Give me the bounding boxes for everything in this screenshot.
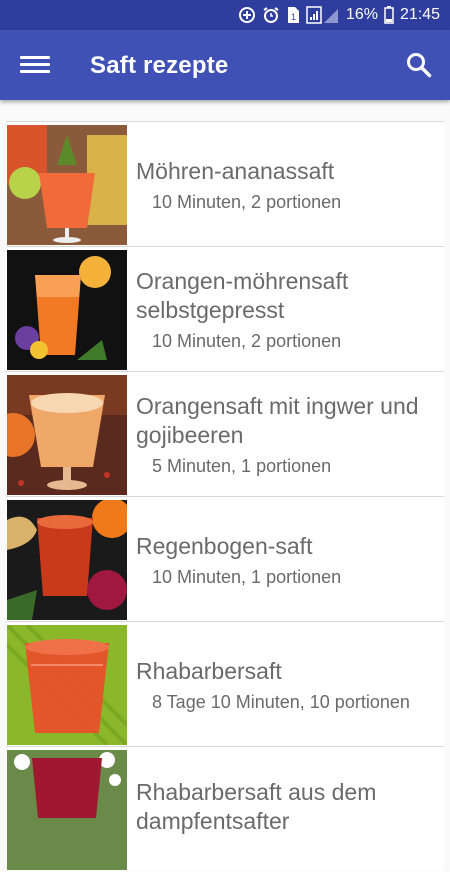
recipe-list: Möhren-ananassaft 10 Minuten, 2 portione…	[0, 121, 450, 871]
sim-icon: 1	[286, 6, 300, 24]
recipe-text: Rhabarbersaft 8 Tage 10 Minuten, 10 port…	[136, 622, 444, 747]
page-title: Saft rezepte	[90, 52, 229, 79]
battery-percent: 16%	[345, 6, 378, 23]
recipe-text: Orangensaft mit ingwer und gojibeeren 5 …	[136, 372, 444, 497]
data-saver-icon	[238, 6, 256, 24]
signal-icon	[306, 6, 340, 24]
recipe-item[interactable]: Rhabarbersaft 8 Tage 10 Minuten, 10 port…	[6, 621, 444, 746]
recipe-text: Möhren-ananassaft 10 Minuten, 2 portione…	[136, 122, 444, 247]
recipe-meta: 10 Minuten, 2 portionen	[152, 331, 342, 351]
search-icon	[407, 53, 432, 78]
recipe-meta: 10 Minuten, 1 portionen	[152, 566, 342, 587]
recipe-title: Rhabarbersaft aus dem dampfentsafter	[136, 778, 377, 834]
recipe-title: Rhabarbersaft	[136, 657, 282, 684]
recipe-text: Regenbogen-saft 10 Minuten, 1 portionen	[136, 497, 444, 622]
recipe-image	[7, 250, 127, 370]
recipe-meta: 10 Minuten, 2 portionen	[152, 191, 342, 212]
recipe-item[interactable]: Orangen-möhrensaft selbstgepresst 10 Min…	[6, 246, 444, 371]
search-button[interactable]	[404, 50, 434, 80]
app-bar: Saft rezepte	[0, 30, 450, 100]
status-bar: 1 16% 21:45	[0, 0, 450, 30]
clock: 21:45	[399, 6, 440, 23]
recipe-item[interactable]: Rhabarbersaft aus dem dampfentsafter	[6, 746, 444, 871]
recipe-image	[7, 625, 127, 745]
recipe-image	[7, 750, 127, 870]
recipe-title: Möhren-ananassaft	[136, 157, 335, 184]
menu-icon	[20, 56, 50, 59]
recipe-title: Orangensaft mit ingwer und gojibeeren	[136, 393, 419, 448]
recipe-title: Regenbogen-saft	[136, 532, 313, 559]
alarm-icon	[262, 6, 280, 24]
recipe-image	[7, 500, 127, 620]
menu-button[interactable]	[20, 52, 50, 78]
recipe-item[interactable]: Regenbogen-saft 10 Minuten, 1 portionen	[6, 496, 444, 621]
recipe-meta: 5 Minuten, 1 portionen	[152, 456, 332, 476]
recipe-image	[7, 375, 127, 495]
recipe-item[interactable]: Orangensaft mit ingwer und gojibeeren 5 …	[6, 371, 444, 496]
battery-icon	[384, 6, 394, 24]
recipe-title: Orangen-möhrensaft selbstgepresst	[136, 268, 349, 323]
recipe-text: Orangen-möhrensaft selbstgepresst 10 Min…	[136, 247, 444, 372]
recipe-meta: 8 Tage 10 Minuten, 10 portionen	[152, 691, 410, 712]
recipe-image	[7, 125, 127, 245]
recipe-item[interactable]: Möhren-ananassaft 10 Minuten, 2 portione…	[6, 121, 444, 246]
svg-text:1: 1	[291, 12, 296, 22]
recipe-text: Rhabarbersaft aus dem dampfentsafter	[136, 747, 444, 872]
